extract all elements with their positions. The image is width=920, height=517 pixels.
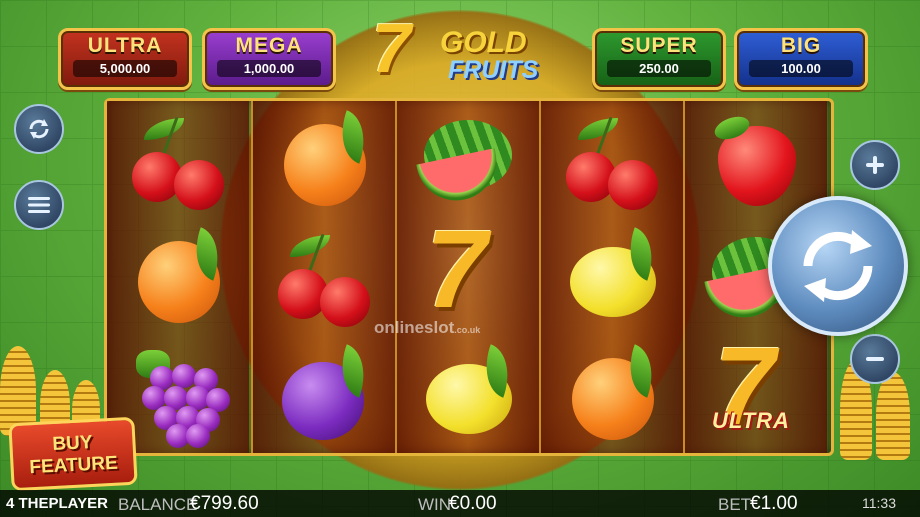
cherry-symbol (276, 229, 372, 327)
reel-cell: 7 ULTRA (685, 331, 827, 452)
orange-symbol (564, 343, 663, 442)
clock: 11:33 (862, 495, 896, 511)
bet-label: BET (718, 495, 752, 514)
balance-label: BALANCE (118, 495, 198, 514)
provider-logo: 4 THEPLAYER (6, 495, 108, 512)
seven-symbol: 7 (420, 214, 516, 325)
jackpot-value: 5,000.00 (73, 60, 177, 77)
jackpot-big: BIG 100.00 (734, 28, 868, 90)
autoplay-icon (29, 119, 49, 139)
balance-value: €799.60 (190, 493, 259, 514)
reel-cell (685, 101, 827, 218)
reel-cell (397, 101, 539, 218)
lemon-symbol (420, 343, 519, 442)
win-value: €0.00 (449, 493, 497, 514)
jackpot-ultra: ULTRA 5,000.00 (58, 28, 192, 90)
cherry-symbol (130, 112, 226, 210)
bet-decrease-button[interactable] (850, 334, 900, 384)
bet-increase-button[interactable] (850, 140, 900, 190)
orange-symbol (276, 109, 375, 208)
jackpot-value: 1,000.00 (217, 60, 321, 77)
reel-cell (541, 335, 683, 452)
reel-area: 7 7 ULTRA (104, 98, 834, 456)
reel-cell (107, 218, 249, 335)
menu-icon (28, 197, 50, 213)
cherry-symbol (564, 112, 660, 210)
jackpot-name: MEGA (235, 34, 303, 57)
reel-cell (541, 218, 683, 335)
game-logo: 7 GOLD FRUITS (368, 9, 558, 87)
logo-seven: 7 (372, 9, 411, 87)
watermark-text: onlineslot (374, 318, 455, 337)
reel-cell (253, 101, 395, 218)
menu-button[interactable] (14, 180, 64, 230)
bet-value: €1.00 (750, 493, 798, 514)
autoplay-button[interactable] (14, 104, 64, 154)
win-label: WIN (418, 495, 452, 514)
reel-cell (253, 335, 395, 452)
jackpot-name: BIG (780, 34, 822, 57)
lemon-symbol (564, 226, 663, 325)
buy-feature-button[interactable]: BUY FEATURE (8, 416, 138, 492)
watermelon-symbol (416, 112, 516, 208)
ultra-label: ULTRA (712, 407, 790, 433)
seven-ultra-symbol: 7 ULTRA (708, 331, 804, 442)
jackpot-name: SUPER (620, 34, 698, 57)
reel-cell (397, 335, 539, 452)
plus-icon (866, 156, 884, 174)
jackpot-value: 250.00 (607, 60, 711, 77)
plum-symbol (276, 343, 375, 442)
spin-button[interactable] (768, 196, 908, 336)
seven-numeral: 7 (426, 207, 488, 331)
jackpot-value: 100.00 (749, 60, 853, 77)
spin-arrows-icon (803, 230, 873, 302)
strawberry-symbol (708, 111, 804, 208)
coin-stack (876, 372, 910, 460)
status-bar: 4 THEPLAYER BALANCE €799.60 WIN €0.00 BE… (0, 490, 920, 517)
watermark-suffix: .co.uk (454, 325, 481, 335)
orange-symbol (130, 226, 229, 325)
minus-icon (866, 357, 884, 361)
jackpot-super: SUPER 250.00 (592, 28, 726, 90)
reel-1 (107, 101, 249, 453)
logo-fruits: FRUITS (448, 56, 539, 84)
reel-3: 7 (395, 101, 539, 453)
reel-cell (541, 101, 683, 218)
watermark: onlineslot.co.uk (374, 318, 480, 338)
reel-2 (251, 101, 395, 453)
reel-cell (107, 101, 249, 218)
reel-4 (539, 101, 683, 453)
grapes-symbol (130, 346, 230, 448)
jackpot-name: ULTRA (87, 34, 163, 57)
logo-gold: GOLD (440, 26, 527, 59)
jackpot-mega: MEGA 1,000.00 (202, 28, 336, 90)
